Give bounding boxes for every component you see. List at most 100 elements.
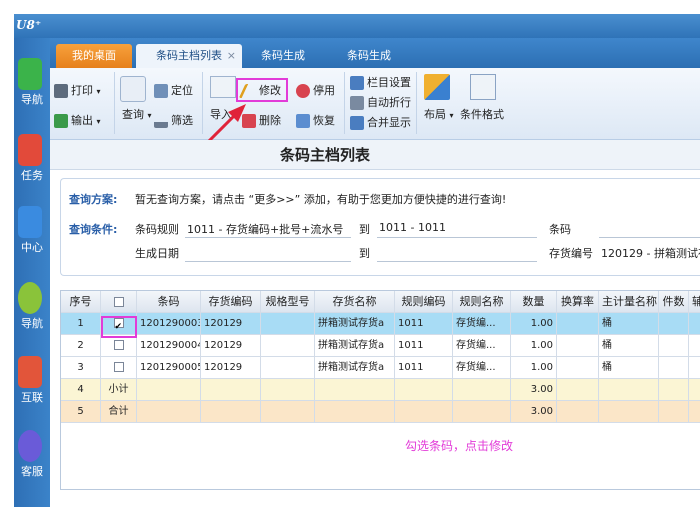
cell-empty [453, 401, 511, 423]
rule-from-underline [185, 237, 351, 238]
cell-empty [315, 379, 395, 401]
auto-wrap-button[interactable]: 自动折行 [350, 94, 411, 110]
row-checkbox[interactable] [113, 362, 124, 372]
barcode-field[interactable] [599, 237, 700, 238]
locate-button[interactable]: 定位 [154, 82, 193, 98]
table-row[interactable]: 1 1201290003 120129 拼箱测试存货a 1011 存货编... … [61, 313, 700, 335]
cell-spec [261, 313, 315, 335]
locate-label: 定位 [171, 84, 193, 97]
app-logo: U8⁺ [16, 18, 42, 32]
delete-label: 删除 [259, 114, 281, 127]
col-barcode[interactable]: 条码 [137, 291, 201, 313]
cell-empty [395, 379, 453, 401]
restore-button[interactable]: 恢复 [296, 112, 335, 128]
subtotal-qty: 3.00 [511, 379, 557, 401]
cell-select[interactable] [101, 357, 137, 379]
cell-inv-code: 120129 [201, 357, 261, 379]
row-checkbox[interactable] [113, 340, 124, 350]
service-icon [18, 430, 42, 462]
close-icon[interactable]: × [227, 44, 236, 68]
table-row[interactable]: 3 1201290005 120129 拼箱测试存货a 1011 存货编... … [61, 357, 700, 379]
col-inv-code[interactable]: 存货编码 [201, 291, 261, 313]
nav-item-center[interactable]: 中心 [14, 206, 50, 266]
nav-item-task[interactable]: 任务 [14, 134, 50, 194]
table-row[interactable]: 2 1201290004 120129 拼箱测试存货a 1011 存货编... … [61, 335, 700, 357]
total-label: 合计 [101, 401, 137, 423]
task-check-icon [18, 134, 42, 166]
tab-barcode-master-list[interactable]: 条码主档列表 × [136, 44, 242, 68]
layout-button[interactable]: 布局 ▾ [424, 106, 454, 122]
col-qty[interactable]: 数量 [511, 291, 557, 313]
col-pieces[interactable]: 件数 [659, 291, 689, 313]
conditional-format-button[interactable]: 条件格式 [460, 106, 504, 122]
cell-empty [557, 401, 599, 423]
cell-empty [689, 401, 700, 423]
nav-item-connect[interactable]: 互联 [14, 356, 50, 416]
rule-to-field[interactable]: 1011 - 1011 [379, 221, 446, 234]
col-rate[interactable]: 换算率 [557, 291, 599, 313]
restore-label: 恢复 [313, 114, 335, 127]
col-seq[interactable]: 序号 [61, 291, 101, 313]
export-button[interactable]: 输出 ▾ [54, 112, 101, 128]
query-button[interactable]: 查询 ▾ [122, 106, 152, 122]
cell-qty: 1.00 [511, 335, 557, 357]
tab-barcode-generate-2[interactable]: 条码生成 [332, 44, 406, 68]
message-center-icon [18, 206, 42, 238]
col-unit[interactable]: 主计量名称 [599, 291, 659, 313]
title-bar: U8⁺ [14, 14, 700, 38]
nav-item-service[interactable]: 客服 [14, 430, 50, 490]
green-star-icon [18, 282, 42, 314]
conditional-format-icon [470, 74, 496, 100]
rule-from-field[interactable]: 1011 - 存货编码+批号+流水号 [187, 221, 343, 237]
disable-button[interactable]: 停用 [296, 82, 335, 98]
col-rule-code[interactable]: 规则编码 [395, 291, 453, 313]
print-button[interactable]: 打印 ▾ [54, 82, 101, 98]
column-settings-button[interactable]: 栏目设置 [350, 74, 411, 90]
merge-display-button[interactable]: 合并显示 [350, 114, 411, 130]
cell-barcode: 1201290005 [137, 357, 201, 379]
col-rule-name[interactable]: 规则名称 [453, 291, 511, 313]
import-icon [210, 76, 236, 98]
gen-date-to-field[interactable] [377, 261, 537, 262]
green-grid-icon [18, 58, 42, 90]
separator [344, 72, 345, 134]
col-inv-name[interactable]: 存货名称 [315, 291, 395, 313]
query-scheme-label: 查询方案: [69, 193, 118, 206]
inventory-code-field[interactable]: 120129 - 拼箱测试存 [601, 245, 700, 261]
nav-item-navigation-2[interactable]: 导航 [14, 282, 50, 342]
cell-inv-name: 拼箱测试存货a [315, 335, 395, 357]
filter-button[interactable]: 筛选 [154, 112, 193, 128]
cell-inv-name: 拼箱测试存货a [315, 313, 395, 335]
page-title: 条码主档列表 [280, 146, 371, 164]
col-select-all[interactable] [101, 291, 137, 313]
total-row: 5 合计 3.00 [61, 401, 700, 423]
cell-select[interactable] [101, 335, 137, 357]
to-label: 到 [359, 223, 370, 236]
cell-empty [137, 401, 201, 423]
tab-my-desktop[interactable]: 我的桌面 [56, 44, 132, 68]
barcode-grid: 序号 条码 存货编码 规格型号 存货名称 规则编码 规则名称 数量 换算率 主计… [60, 290, 700, 490]
select-all-checkbox[interactable] [113, 297, 124, 307]
gen-date-from-field[interactable] [185, 261, 351, 262]
nav-label: 互联 [21, 391, 43, 404]
cell-aux [689, 335, 700, 357]
cell-inv-name: 拼箱测试存货a [315, 357, 395, 379]
wrap-icon [350, 96, 364, 110]
cell-rate [557, 335, 599, 357]
cell-empty [659, 379, 689, 401]
disable-label: 停用 [313, 84, 335, 97]
modify-highlight-box [236, 78, 288, 102]
auto-wrap-label: 自动折行 [367, 96, 411, 109]
cell-seq: 5 [61, 401, 101, 423]
cell-rule-code: 1011 [395, 335, 453, 357]
col-aux[interactable]: 辅 [689, 291, 700, 313]
nav-item-navigation[interactable]: 导航 [14, 58, 50, 118]
cell-pieces [659, 313, 689, 335]
tab-barcode-generate-1[interactable]: 条码生成 [246, 44, 320, 68]
col-spec[interactable]: 规格型号 [261, 291, 315, 313]
cell-empty [557, 379, 599, 401]
cell-rule-name: 存货编... [453, 335, 511, 357]
cell-empty [201, 401, 261, 423]
cell-aux [689, 313, 700, 335]
checkbox-highlight-box [101, 316, 137, 338]
